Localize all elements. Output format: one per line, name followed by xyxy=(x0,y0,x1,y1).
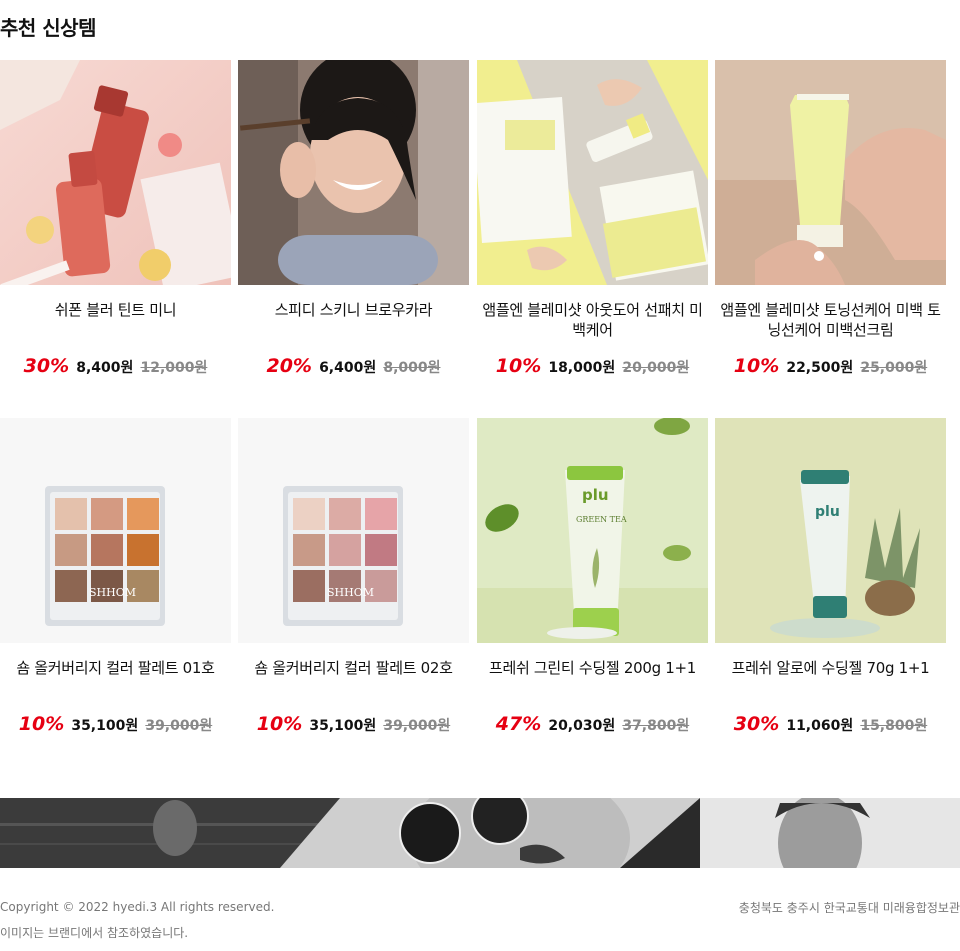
price-row: 10% 35,100원 39,000원 xyxy=(0,713,231,735)
product-name[interactable]: 앰플엔 블레미샷 토닝선케어 미백 토닝선케어 미백선크림 xyxy=(715,300,946,342)
price-row: 30% 8,400원 12,000원 xyxy=(0,355,231,377)
price-row: 20% 6,400원 8,000원 xyxy=(238,355,469,377)
image-source-note: 이미지는 브랜디에서 참조하였습니다. xyxy=(0,926,189,940)
product-image[interactable] xyxy=(477,60,708,285)
product-name[interactable]: 쉬폰 블러 틴트 미니 xyxy=(0,300,231,342)
product-name[interactable]: 숌 올커버리지 컬러 팔레트 01호 xyxy=(0,658,231,700)
product-card[interactable]: SHHOM 숌 올커버리지 컬러 팔레트 02호 10% 35,100원 39,… xyxy=(238,418,469,735)
promo-banner[interactable] xyxy=(0,798,960,868)
shhom-brand-text: SHHOM xyxy=(89,586,136,599)
discount-rate: 10% xyxy=(256,713,303,735)
product-image[interactable]: SHHOM xyxy=(238,418,469,643)
sale-price: 18,000원 xyxy=(548,360,616,376)
sale-price: 35,100원 xyxy=(309,718,377,734)
product-card[interactable]: SHHOM 숌 올커버리지 컬러 팔레트 01호 10% 35,100원 39,… xyxy=(0,418,231,735)
footer-address: 충청북도 충주시 한국교통대 미래융합정보관 xyxy=(738,901,960,915)
sale-price: 20,030원 xyxy=(548,718,616,734)
product-image[interactable] xyxy=(238,60,469,285)
sale-price: 11,060원 xyxy=(786,718,854,734)
footer-info: Copyright © 2022 hyedi.3 All rights rese… xyxy=(0,899,274,941)
plu-brand-text: plu xyxy=(582,486,609,504)
shhom-brand-text: SHHOM xyxy=(327,586,374,599)
discount-rate: 10% xyxy=(733,355,780,377)
original-price: 20,000원 xyxy=(622,360,690,376)
discount-rate: 10% xyxy=(18,713,65,735)
discount-rate: 47% xyxy=(495,713,542,735)
product-image[interactable]: plu GREEN TEA xyxy=(477,418,708,643)
sale-price: 8,400원 xyxy=(76,360,134,376)
original-price: 39,000원 xyxy=(145,718,213,734)
product-card[interactable]: 쉬폰 블러 틴트 미니 30% 8,400원 12,000원 xyxy=(0,60,231,377)
copyright-text: Copyright © 2022 hyedi.3 All rights rese… xyxy=(0,900,275,914)
discount-rate: 30% xyxy=(733,713,780,735)
product-name[interactable]: 스피디 스키니 브로우카라 xyxy=(238,300,469,342)
product-card[interactable]: plu GREEN TEA 프레쉬 그린티 수딩젤 200g 1+1 47% 2… xyxy=(477,418,708,735)
price-row: 10% 22,500원 25,000원 xyxy=(715,355,946,377)
product-image[interactable] xyxy=(0,60,231,285)
section-title: 추천 신상템 xyxy=(0,16,96,40)
discount-rate: 30% xyxy=(23,355,70,377)
product-card[interactable]: 앰플엔 블레미샷 토닝선케어 미백 토닝선케어 미백선크림 10% 22,500… xyxy=(715,60,946,377)
product-name[interactable]: 프레쉬 알로에 수딩젤 70g 1+1 xyxy=(715,658,946,700)
sale-price: 6,400원 xyxy=(319,360,377,376)
product-card[interactable]: plu 프레쉬 알로에 수딩젤 70g 1+1 30% 11,060원 15,8… xyxy=(715,418,946,735)
plu-brand-text: plu xyxy=(815,504,840,520)
product-name[interactable]: 앰플엔 블레미샷 아웃도어 선패치 미백케어 xyxy=(477,300,708,342)
product-image[interactable]: SHHOM xyxy=(0,418,231,643)
price-row: 10% 35,100원 39,000원 xyxy=(238,713,469,735)
price-row: 10% 18,000원 20,000원 xyxy=(477,355,708,377)
original-price: 25,000원 xyxy=(860,360,928,376)
greentea-label-text: GREEN TEA xyxy=(576,515,627,524)
product-card[interactable]: 스피디 스키니 브로우카라 20% 6,400원 8,000원 xyxy=(238,60,469,377)
product-image[interactable]: plu xyxy=(715,418,946,643)
price-row: 47% 20,030원 37,800원 xyxy=(477,713,708,735)
product-card[interactable]: 앰플엔 블레미샷 아웃도어 선패치 미백케어 10% 18,000원 20,00… xyxy=(477,60,708,377)
sale-price: 35,100원 xyxy=(71,718,139,734)
original-price: 8,000원 xyxy=(383,360,441,376)
discount-rate: 10% xyxy=(495,355,542,377)
sale-price: 22,500원 xyxy=(786,360,854,376)
price-row: 30% 11,060원 15,800원 xyxy=(715,713,946,735)
original-price: 15,800원 xyxy=(860,718,928,734)
original-price: 39,000원 xyxy=(383,718,451,734)
product-name[interactable]: 숌 올커버리지 컬러 팔레트 02호 xyxy=(238,658,469,700)
discount-rate: 20% xyxy=(266,355,312,377)
product-name[interactable]: 프레쉬 그린티 수딩젤 200g 1+1 xyxy=(477,658,708,700)
original-price: 12,000원 xyxy=(140,360,208,376)
original-price: 37,800원 xyxy=(622,718,690,734)
product-image[interactable] xyxy=(715,60,946,285)
